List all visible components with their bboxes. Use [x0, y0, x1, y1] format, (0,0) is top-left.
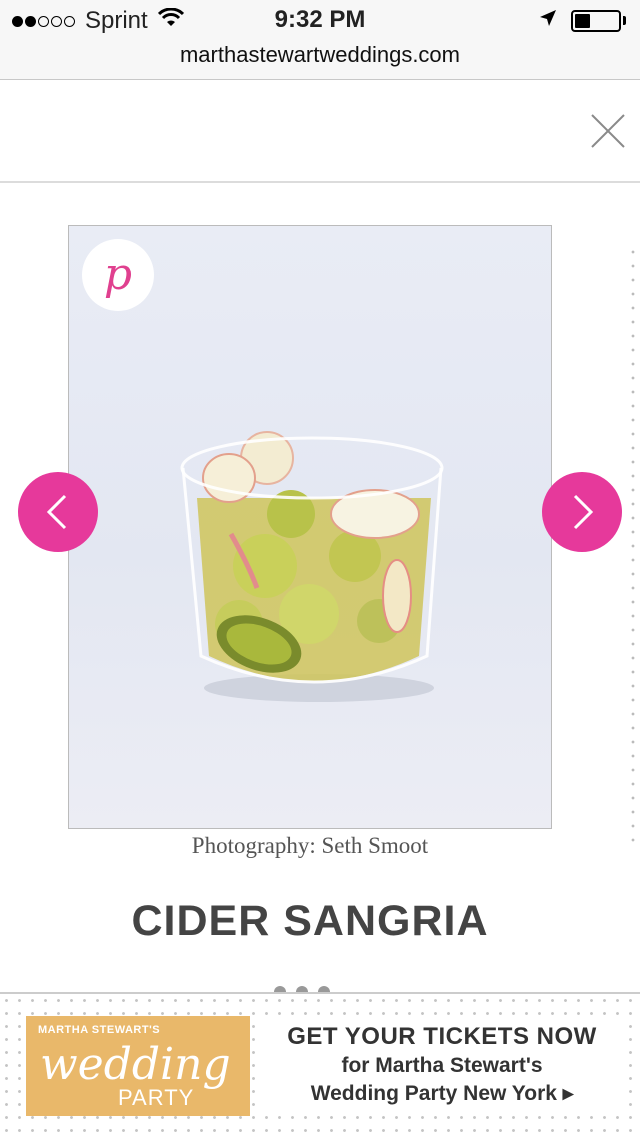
battery-tip: [623, 16, 626, 25]
chevron-left-icon[interactable]: [43, 492, 73, 532]
ad-banner[interactable]: MARTHA STEWART'S wedding PARTY GET YOUR …: [0, 992, 640, 1136]
ad-copy[interactable]: GET YOUR TICKETS NOW for Martha Stewart'…: [264, 1018, 620, 1112]
ad-logo-wedding: wedding: [40, 1039, 231, 1090]
photo-gallery: p Photography: Seth Smoot CIDER SANGRIA: [0, 185, 640, 998]
previous-button[interactable]: [18, 472, 98, 552]
gallery-photo[interactable]: p: [68, 225, 552, 829]
ad-line-1: for Martha Stewart's: [341, 1054, 543, 1077]
ad-headline: GET YOUR TICKETS NOW: [287, 1023, 597, 1050]
pinterest-icon[interactable]: p: [104, 253, 132, 297]
battery-icon: [571, 9, 621, 32]
wedding-party-logo[interactable]: MARTHA STEWART'S wedding PARTY: [26, 1016, 250, 1116]
close-button[interactable]: [588, 111, 628, 151]
photo-credit: Photography: Seth Smoot: [191, 833, 429, 858]
chevron-right-icon[interactable]: [567, 492, 597, 532]
next-button[interactable]: [542, 472, 622, 552]
status-right: [539, 9, 626, 32]
pinterest-button[interactable]: p: [82, 239, 154, 311]
recipe-title: CIDER SANGRIA: [131, 897, 489, 945]
cider-sangria-photo: [180, 431, 444, 702]
lightbox-header: [0, 81, 640, 183]
close-icon[interactable]: [588, 111, 628, 151]
status-bar: Sprint 9:32 PM: [0, 0, 640, 40]
next-slide-preview: [628, 245, 640, 845]
location-arrow-icon: [539, 9, 557, 32]
url-text[interactable]: marthastewartweddings.com: [180, 42, 460, 67]
ad-logo-brand: MARTHA STEWART'S: [38, 1024, 161, 1036]
ad-line-2[interactable]: Wedding Party New York ▸: [264, 1080, 620, 1108]
ad-logo-party: PARTY: [118, 1085, 195, 1110]
address-bar[interactable]: marthastewartweddings.com: [0, 40, 640, 80]
